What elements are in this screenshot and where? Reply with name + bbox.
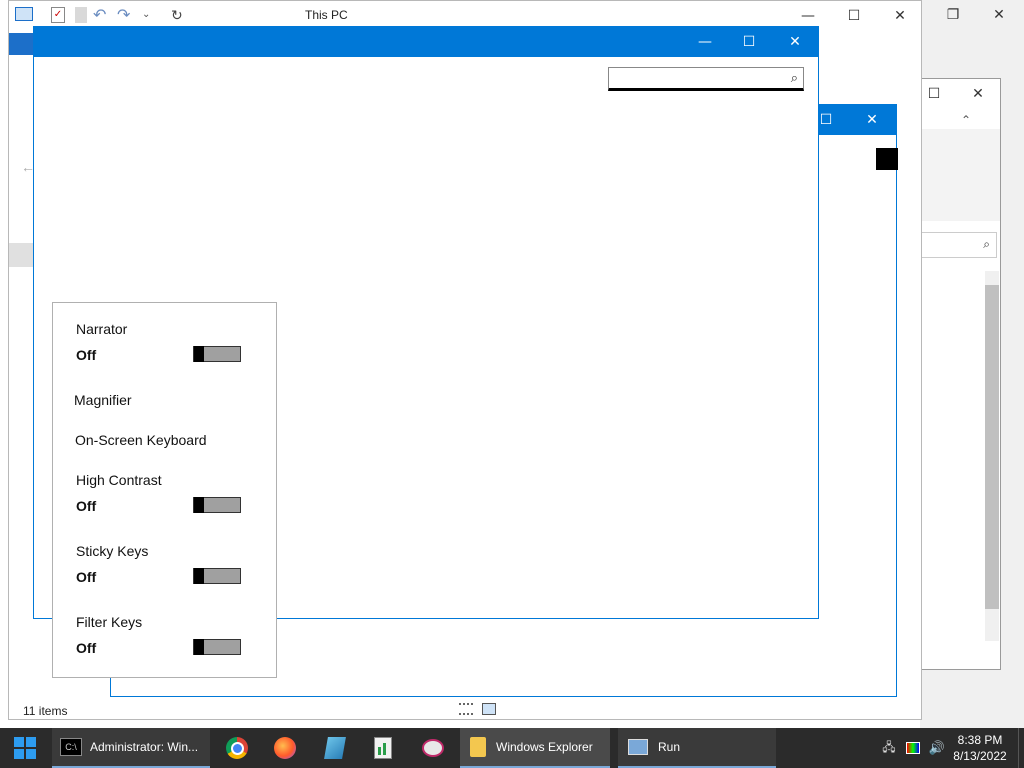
ribbon-area xyxy=(911,129,1000,221)
maximize-button[interactable]: ☐ xyxy=(831,1,877,31)
filter-keys-label: Filter Keys xyxy=(76,614,143,630)
tray-display-icon[interactable] xyxy=(904,728,922,768)
magnifier-label[interactable]: Magnifier xyxy=(74,392,132,408)
sticky-keys-label: Sticky Keys xyxy=(76,543,149,559)
paint-icon xyxy=(422,739,444,757)
view-icons[interactable] xyxy=(955,651,995,665)
status-items: 11 items xyxy=(23,704,68,718)
search-box[interactable]: ⌕ xyxy=(608,67,804,91)
start-button[interactable] xyxy=(0,728,50,768)
app-icon-paint[interactable] xyxy=(418,728,448,768)
clock-time: 8:38 PM xyxy=(957,733,1003,747)
qat-computer-icon[interactable] xyxy=(15,7,33,21)
toggle-knob xyxy=(194,568,204,584)
qat-properties-icon[interactable]: ✓ xyxy=(51,7,65,23)
show-desktop[interactable] xyxy=(1018,728,1024,768)
cmd-label: Administrator: Win... xyxy=(90,740,199,754)
toggle-knob xyxy=(194,346,204,362)
chart-doc-icon xyxy=(374,737,392,759)
app-icon-chart[interactable] xyxy=(368,728,398,768)
narrator-toggle[interactable] xyxy=(193,346,241,362)
redo-icon[interactable]: ↷ xyxy=(117,5,130,25)
scrollbar-thumb[interactable] xyxy=(985,285,999,609)
search-icon: ⌕ xyxy=(983,237,990,251)
filter-keys-toggle[interactable] xyxy=(193,639,241,655)
sticky-keys-toggle[interactable] xyxy=(193,568,241,584)
taskbar: C:\ Administrator: Win... Windows Explor… xyxy=(0,728,1024,768)
narrator-state: Off xyxy=(76,347,97,363)
firefox-icon[interactable] xyxy=(270,728,300,768)
large-icons-view-icon[interactable] xyxy=(482,703,496,715)
scrollbar[interactable] xyxy=(985,271,999,641)
windows-explorer-label: Windows Explorer xyxy=(496,740,593,754)
qat-new-folder-icon[interactable] xyxy=(75,7,87,23)
tray-network-icon[interactable]: 🖧 xyxy=(880,728,898,768)
close-button[interactable]: ✕ xyxy=(955,79,1001,109)
notebook-icon xyxy=(324,737,346,759)
minimize-button[interactable]: — xyxy=(682,27,728,57)
high-contrast-state: Off xyxy=(76,498,97,514)
taskbar-run[interactable]: Run xyxy=(618,728,776,768)
close-button[interactable]: ✕ xyxy=(877,1,923,31)
tray-volume-icon[interactable]: 🔊 xyxy=(928,728,946,768)
close-button[interactable]: ✕ xyxy=(849,105,895,135)
run-label: Run xyxy=(658,740,681,754)
window-title: This PC xyxy=(305,8,348,22)
run-icon xyxy=(628,739,648,755)
chrome-icon[interactable] xyxy=(222,728,252,768)
narrator-label: Narrator xyxy=(76,321,128,337)
high-contrast-label: High Contrast xyxy=(76,472,162,488)
taskbar-cmd[interactable]: C:\ Administrator: Win... xyxy=(52,728,210,768)
maximize-button[interactable]: ☐ xyxy=(726,27,772,57)
filter-keys-state: Off xyxy=(76,640,97,656)
explorer-window-right: ☐ ✕ ⌃ ⌕ xyxy=(910,78,1001,670)
search-icon: ⌕ xyxy=(790,70,798,85)
view-icons[interactable] xyxy=(976,708,1016,722)
color-display-icon xyxy=(906,742,920,754)
firefox-logo-icon xyxy=(274,737,296,759)
clock[interactable]: 8:38 PM 8/13/2022 xyxy=(950,728,1010,768)
details-view-icon[interactable] xyxy=(459,703,473,715)
refresh-icon[interactable]: ↻ xyxy=(171,7,183,24)
chevron-up-icon[interactable]: ⌃ xyxy=(961,113,971,127)
black-square xyxy=(876,148,898,170)
toggle-knob xyxy=(194,639,204,655)
cmd-icon: C:\ xyxy=(60,738,82,756)
restore-button[interactable]: ❐ xyxy=(930,0,976,30)
windows-logo-icon xyxy=(14,737,36,759)
undo-icon[interactable]: ↶ xyxy=(93,5,106,25)
taskbar-windows-explorer[interactable]: Windows Explorer xyxy=(460,728,610,768)
close-button[interactable]: ✕ xyxy=(976,0,1022,30)
sticky-keys-state: Off xyxy=(76,569,97,585)
chevron-down-icon[interactable]: ⌄ xyxy=(142,9,150,20)
toggle-knob xyxy=(194,497,204,513)
chrome-logo-icon xyxy=(226,737,248,759)
search-box[interactable]: ⌕ xyxy=(919,232,997,258)
ease-of-access-flyout: Narrator Off Magnifier On-Screen Keyboar… xyxy=(52,302,277,678)
app-icon-blue[interactable] xyxy=(320,728,350,768)
close-button[interactable]: ✕ xyxy=(772,27,818,57)
folder-icon xyxy=(470,737,486,757)
high-contrast-toggle[interactable] xyxy=(193,497,241,513)
clock-date: 8/13/2022 xyxy=(953,749,1007,763)
on-screen-keyboard-label[interactable]: On-Screen Keyboard xyxy=(75,432,207,448)
